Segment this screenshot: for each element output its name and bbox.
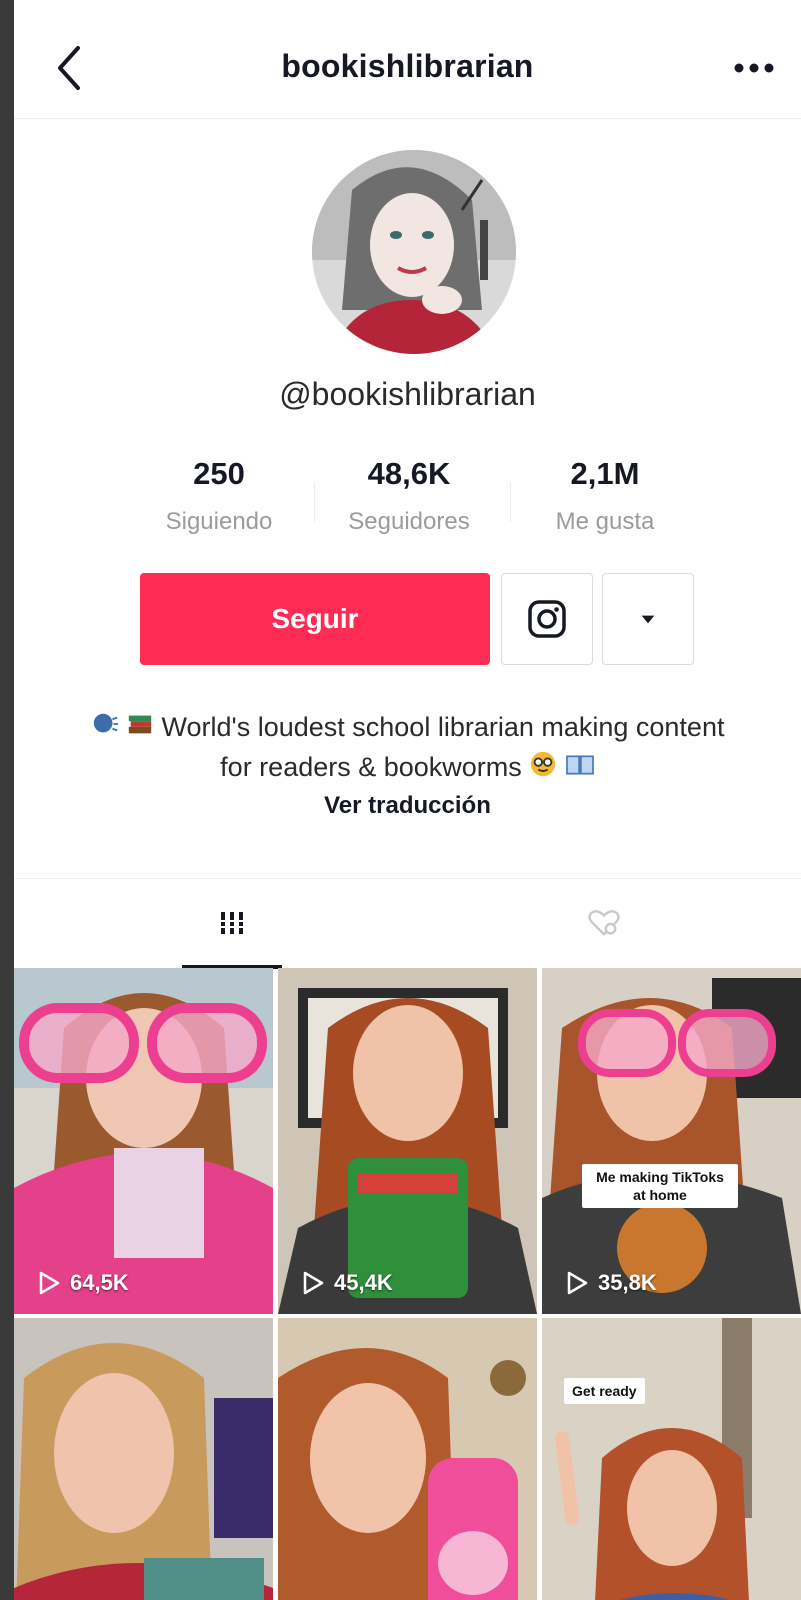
video-frame-image — [14, 968, 273, 1314]
profile-handle: @bookishlibrarian — [279, 376, 536, 412]
video-caption: Me making TikToks at home — [582, 1164, 738, 1208]
video-frame-image — [542, 968, 801, 1314]
video-thumbnail[interactable]: 45,4K — [278, 968, 537, 1314]
view-count-value: 45,4K — [334, 1270, 393, 1295]
video-frame-image — [542, 1318, 801, 1600]
avatar[interactable] — [312, 150, 516, 354]
books-icon — [126, 710, 154, 748]
more-options-button[interactable] — [729, 46, 779, 86]
view-count: 35,8K — [564, 1270, 657, 1296]
likes-label: Me gusta — [555, 508, 655, 535]
page-title: bookishlibrarian — [281, 48, 534, 84]
bio-text: World's loudest school librarian making … — [161, 712, 725, 782]
profile-bio: World's loudest school librarian making … — [74, 708, 741, 788]
video-frame-image — [278, 968, 537, 1314]
instagram-icon — [528, 600, 566, 638]
following-count: 250 — [193, 456, 245, 491]
see-translation-link[interactable]: Ver traducción — [14, 792, 801, 820]
play-icon — [303, 1271, 324, 1295]
stat-followers[interactable]: 48,6K Seguidores — [314, 456, 504, 536]
view-count-value: 64,5K — [70, 1270, 129, 1295]
video-frame-image — [14, 1318, 273, 1600]
grid-icon — [219, 912, 245, 934]
video-thumbnail[interactable]: Me making TikToks at home 35,8K — [542, 968, 801, 1314]
video-thumbnail[interactable]: Get ready — [542, 1318, 801, 1600]
stat-likes[interactable]: 2,1M Me gusta — [510, 456, 700, 536]
follow-button[interactable]: Seguir — [140, 573, 490, 665]
liked-hidden-icon — [588, 910, 620, 936]
open-book-icon — [565, 750, 595, 788]
followers-count: 48,6K — [367, 456, 451, 491]
instagram-button[interactable] — [501, 573, 593, 665]
stat-following[interactable]: 250 Siguiendo — [124, 456, 314, 536]
followers-label: Seguidores — [348, 508, 470, 535]
video-thumbnail[interactable] — [14, 1318, 273, 1600]
view-count: 64,5K — [36, 1270, 129, 1296]
caption-line: Me making TikToks — [596, 1169, 724, 1185]
caption-line: at home — [633, 1187, 687, 1203]
avatar-illustration — [312, 150, 516, 354]
top-bar: bookishlibrarian — [14, 0, 801, 119]
video-frame-image — [278, 1318, 537, 1600]
video-thumbnail[interactable] — [278, 1318, 537, 1600]
device-bezel — [0, 0, 14, 1600]
caret-down-icon — [641, 615, 655, 623]
profile-screen: bookishlibrarian @bookishlibrarian 250 S… — [14, 0, 801, 1600]
speaking-head-icon — [91, 710, 119, 748]
tab-videos[interactable] — [182, 879, 282, 967]
content-tabs — [14, 878, 801, 969]
tab-liked-videos[interactable] — [554, 879, 654, 967]
video-caption: Get ready — [564, 1378, 645, 1404]
nerd-face-icon — [529, 750, 557, 788]
view-count: 45,4K — [300, 1270, 393, 1296]
more-dots-icon — [734, 63, 774, 73]
following-label: Siguiendo — [165, 508, 273, 535]
play-icon — [567, 1271, 588, 1295]
view-count-value: 35,8K — [598, 1270, 657, 1295]
suggested-accounts-dropdown[interactable] — [602, 573, 694, 665]
play-icon — [39, 1271, 60, 1295]
video-thumbnail[interactable]: 64,5K — [14, 968, 273, 1314]
likes-count: 2,1M — [570, 456, 640, 491]
